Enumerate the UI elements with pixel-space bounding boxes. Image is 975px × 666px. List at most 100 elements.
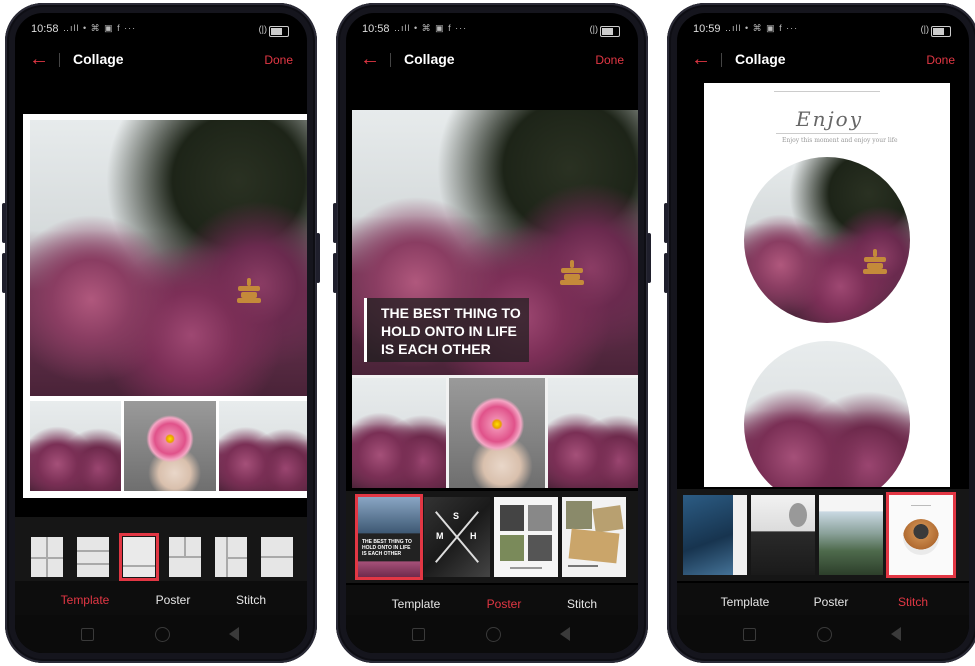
header-divider [721,53,722,67]
poster-canvas: THE BEST THING TO HOLD ONTO IN LIFE IS E… [352,110,638,488]
poster-thumb-letter: H [470,531,477,541]
home-icon[interactable] [817,627,832,642]
tab-template[interactable]: Template [45,593,125,607]
back-arrow-icon[interactable]: ← [360,49,380,69]
collage-canvas [23,114,307,498]
recents-icon[interactable] [81,628,94,641]
screen: 10:58 ‥ıll • ⌘ ▣ f ··· (|) ← Collage Don… [15,13,307,653]
back-nav-icon[interactable] [560,627,570,641]
phone-poster: 10:58 ‥ıll • ⌘ ▣ f ··· (|) ← Collage Don… [333,3,651,663]
done-button[interactable]: Done [595,53,624,67]
template-option[interactable] [215,537,247,577]
poster-photo-left[interactable] [352,378,446,488]
system-navbar [15,615,307,653]
back-nav-icon[interactable] [229,627,239,641]
stitch-picker [677,489,969,581]
volume-button [2,203,6,243]
caption-line: HOLD ONTO IN LIFE [381,323,517,339]
template-option[interactable] [77,537,109,577]
system-navbar [677,615,969,653]
battery-icon [931,26,951,37]
vibrate-icon: (|) [920,24,929,34]
collage-photo-left[interactable] [30,401,121,491]
poster-thumb-caption: THE BEST THING TO HOLD ONTO IN LIFE IS E… [362,539,412,557]
back-nav-icon[interactable] [891,627,901,641]
header-bar: ← Collage Done [677,47,969,75]
template-option[interactable] [261,537,293,577]
system-navbar [346,615,638,653]
stitch-circle-photo-bottom[interactable] [744,341,910,487]
screen: 10:59 ‥ıll • ⌘ ▣ f ··· (|) ← Collage Don… [677,13,969,653]
stitch-canvas: Enjoy Enjoy this moment and enjoy your l… [704,83,950,487]
page-title: Collage [73,51,124,67]
template-option-selected[interactable] [119,533,159,581]
pagoda-shape [559,260,585,290]
tab-poster[interactable]: Poster [791,595,871,609]
power-button [647,233,651,283]
poster-option-selected[interactable]: THE BEST THING TO HOLD ONTO IN LIFE IS E… [355,494,423,580]
status-bar: 10:59 ‥ıll • ⌘ ▣ f ··· (|) [677,21,969,39]
screen: 10:58 ‥ıll • ⌘ ▣ f ··· (|) ← Collage Don… [346,13,638,653]
poster-caption[interactable]: THE BEST THING TO HOLD ONTO IN LIFE IS E… [364,298,529,362]
decorative-line [774,91,880,92]
done-button[interactable]: Done [926,53,955,67]
recents-icon[interactable] [412,628,425,641]
stitch-option[interactable] [683,495,747,575]
status-bar: 10:58 ‥ıll • ⌘ ▣ f ··· (|) [346,21,638,39]
tab-template[interactable]: Template [376,597,456,611]
back-arrow-icon[interactable]: ← [29,49,49,69]
decorative-line [776,133,878,134]
poster-main-photo[interactable]: THE BEST THING TO HOLD ONTO IN LIFE IS E… [352,110,638,375]
tab-stitch[interactable]: Stitch [211,593,291,607]
status-bar: 10:58 ‥ıll • ⌘ ▣ f ··· (|) [15,21,307,39]
template-option[interactable] [31,537,63,577]
poster-picker: THE BEST THING TO HOLD ONTO IN LIFE IS E… [346,491,638,583]
page-title: Collage [404,51,455,67]
header-bar: ← Collage Done [15,47,307,75]
power-button [316,233,320,283]
volume-button [664,253,668,293]
pagoda-shape [862,249,888,279]
collage-photo-right[interactable] [219,401,307,491]
volume-button [664,203,668,243]
done-button[interactable]: Done [264,53,293,67]
volume-button [333,203,337,243]
caption-line: THE BEST THING TO [381,305,521,321]
vibrate-icon: (|) [589,24,598,34]
battery-icon [600,26,620,37]
collage-photo-flower[interactable] [124,401,216,491]
battery-icon [269,26,289,37]
phone-template: 10:58 ‥ıll • ⌘ ▣ f ··· (|) ← Collage Don… [2,3,320,663]
stitch-option[interactable] [751,495,815,575]
poster-option[interactable] [494,497,558,577]
phone-stitch: 10:59 ‥ıll • ⌘ ▣ f ··· (|) ← Collage Don… [664,3,975,663]
poster-option[interactable] [562,497,626,577]
back-arrow-icon[interactable]: ← [691,49,711,69]
recents-icon[interactable] [743,628,756,641]
status-time: 10:58 [362,23,390,35]
tab-template[interactable]: Template [705,595,785,609]
status-icons: ‥ıll • ⌘ ▣ f ··· [725,23,799,33]
tab-stitch[interactable]: Stitch [873,595,953,609]
home-icon[interactable] [486,627,501,642]
home-icon[interactable] [155,627,170,642]
poster-option[interactable]: S M H [424,497,490,577]
stitch-option[interactable] [819,495,883,575]
stitch-heading: Enjoy [796,107,864,131]
status-icons: ‥ıll • ⌘ ▣ f ··· [394,23,468,33]
main-photo[interactable] [30,120,307,396]
poster-photo-flower[interactable] [449,378,545,488]
caption-line: IS EACH OTHER [381,341,491,357]
volume-button [2,253,6,293]
tab-poster[interactable]: Poster [464,597,544,611]
stitch-circle-photo-top[interactable] [744,157,910,323]
stitch-option-selected[interactable] [886,492,956,578]
vibrate-icon: (|) [258,24,267,34]
pagoda-shape [236,278,262,308]
status-icons: ‥ıll • ⌘ ▣ f ··· [63,23,137,33]
tab-poster[interactable]: Poster [133,593,213,607]
template-option[interactable] [169,537,201,577]
tab-stitch[interactable]: Stitch [542,597,622,611]
poster-photo-right[interactable] [548,378,638,488]
poster-thumb-letter: S [453,511,460,521]
